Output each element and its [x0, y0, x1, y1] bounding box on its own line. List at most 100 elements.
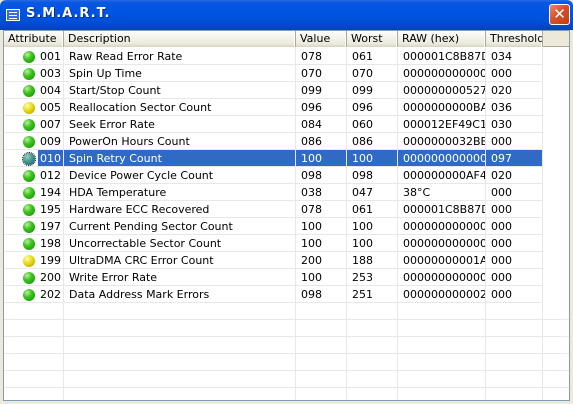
attribute-id: 194	[40, 186, 61, 199]
cell-attribute: 005	[4, 99, 64, 116]
attribute-id: 005	[40, 101, 61, 114]
empty-row	[4, 303, 569, 320]
cell-threshold: 000	[486, 201, 543, 218]
attribute-id: 003	[40, 67, 61, 80]
cell-worst: 100	[347, 218, 398, 235]
table-row[interactable]: 009 PowerOn Hours Count 086 086 0000000032BB…	[4, 133, 569, 150]
close-button[interactable]: ✕	[549, 4, 570, 25]
status-indicator-icon	[23, 119, 35, 131]
table-row[interactable]: 010 Spin Retry Count 100 100 000000000000 097	[4, 150, 569, 167]
table-row[interactable]: 200 Write Error Rate 100 253 000000000000 000	[4, 269, 569, 286]
cell-value: 200	[296, 252, 347, 269]
table-row[interactable]: 007 Seek Error Rate 084 060 000012EF49C1 030	[4, 116, 569, 133]
grid-line	[63, 354, 64, 371]
table-row[interactable]: 195 Hardware ECC Recovered 078 061 000001C8B…	[4, 201, 569, 218]
cell-threshold: 030	[486, 116, 543, 133]
grid-line	[485, 388, 486, 400]
cell-value: 098	[296, 167, 347, 184]
empty-row	[4, 320, 569, 337]
status-indicator-icon	[23, 204, 35, 216]
column-header-threshold[interactable]: Threshold	[486, 31, 543, 47]
empty-row	[4, 354, 569, 371]
table-row[interactable]: 005 Reallocation Sector Count 096 096 000000…	[4, 99, 569, 116]
status-indicator-icon	[23, 221, 35, 233]
grid-line	[542, 303, 543, 320]
table-row[interactable]: 197 Current Pending Sector Count 100 100 000…	[4, 218, 569, 235]
cell-description: Current Pending Sector Count	[64, 218, 296, 235]
window-title: S.M.A.R.T.	[26, 6, 111, 21]
cell-threshold: 000	[486, 218, 543, 235]
cell-value: 070	[296, 65, 347, 82]
cell-worst: 253	[347, 269, 398, 286]
cell-attribute: 194	[4, 184, 64, 201]
status-indicator-icon	[22, 152, 36, 166]
cell-raw: 000000000527	[398, 82, 486, 99]
title-bar[interactable]: S.M.A.R.T. ✕	[0, 0, 573, 30]
status-indicator-icon	[23, 255, 35, 267]
table-row[interactable]: 198 Uncorrectable Sector Count 100 100 00000…	[4, 235, 569, 252]
cell-worst: 099	[347, 82, 398, 99]
table-row[interactable]: 003 Spin Up Time 070 070 000000000000 000	[4, 65, 569, 82]
cell-description: Device Power Cycle Count	[64, 167, 296, 184]
column-header-raw[interactable]: RAW (hex)	[398, 31, 486, 47]
cell-description: Raw Read Error Rate	[64, 48, 296, 65]
cell-threshold: 000	[486, 133, 543, 150]
smart-attribute-table[interactable]: Attribute Description Value Worst RAW (h…	[3, 30, 570, 401]
cell-worst: 096	[347, 99, 398, 116]
grid-line	[485, 320, 486, 337]
cell-worst: 098	[347, 167, 398, 184]
status-indicator-icon	[23, 68, 35, 80]
cell-worst: 047	[347, 184, 398, 201]
column-header-attribute[interactable]: Attribute	[4, 31, 64, 47]
cell-attribute: 202	[4, 286, 64, 303]
cell-value: 086	[296, 133, 347, 150]
grid-line	[542, 320, 543, 337]
table-row[interactable]: 202 Data Address Mark Errors 098 251 0000000…	[4, 286, 569, 303]
status-indicator-icon	[23, 170, 35, 182]
grid-line	[295, 337, 296, 354]
cell-attribute: 198	[4, 235, 64, 252]
grid-line	[397, 354, 398, 371]
table-row[interactable]: 001 Raw Read Error Rate 078 061 000001C8B87D…	[4, 48, 569, 65]
cell-description: Uncorrectable Sector Count	[64, 235, 296, 252]
grid-line	[346, 320, 347, 337]
cell-raw: 000000000000	[398, 218, 486, 235]
status-indicator-icon	[23, 238, 35, 250]
grid-line	[397, 388, 398, 400]
status-indicator-icon	[23, 85, 35, 97]
cell-worst: 070	[347, 65, 398, 82]
cell-value: 096	[296, 99, 347, 116]
table-row[interactable]: 004 Start/Stop Count 099 099 000000000527 020	[4, 82, 569, 99]
cell-description: Reallocation Sector Count	[64, 99, 296, 116]
cell-description: Write Error Rate	[64, 269, 296, 286]
cell-worst: 100	[347, 150, 398, 167]
cell-worst: 061	[347, 48, 398, 65]
cell-attribute: 009	[4, 133, 64, 150]
cell-threshold: 036	[486, 99, 543, 116]
grid-line	[63, 337, 64, 354]
cell-value: 100	[296, 218, 347, 235]
empty-row	[4, 337, 569, 354]
column-header-value[interactable]: Value	[296, 31, 347, 47]
cell-attribute: 010	[4, 150, 64, 167]
table-row[interactable]: 012 Device Power Cycle Count 098 098 0000000…	[4, 167, 569, 184]
cell-worst: 188	[347, 252, 398, 269]
grid-line	[542, 337, 543, 354]
table-row[interactable]: 194 HDA Temperature 038 047 38°C 000	[4, 184, 569, 201]
cell-value: 078	[296, 48, 347, 65]
table-row[interactable]: 199 UltraDMA CRC Error Count 200 188 0000000…	[4, 252, 569, 269]
attribute-id: 009	[40, 135, 61, 148]
grid-line	[397, 337, 398, 354]
grid-line	[295, 371, 296, 388]
cell-description: HDA Temperature	[64, 184, 296, 201]
column-header-worst[interactable]: Worst	[347, 31, 398, 47]
column-header-description[interactable]: Description	[64, 31, 296, 47]
attribute-id: 200	[40, 271, 61, 284]
cell-attribute: 004	[4, 82, 64, 99]
cell-raw: 000001C8B87D	[398, 48, 486, 65]
status-indicator-icon	[23, 102, 35, 114]
cell-description: Spin Retry Count	[64, 150, 296, 167]
cell-worst: 100	[347, 235, 398, 252]
attribute-id: 195	[40, 203, 61, 216]
cell-threshold: 034	[486, 48, 543, 65]
